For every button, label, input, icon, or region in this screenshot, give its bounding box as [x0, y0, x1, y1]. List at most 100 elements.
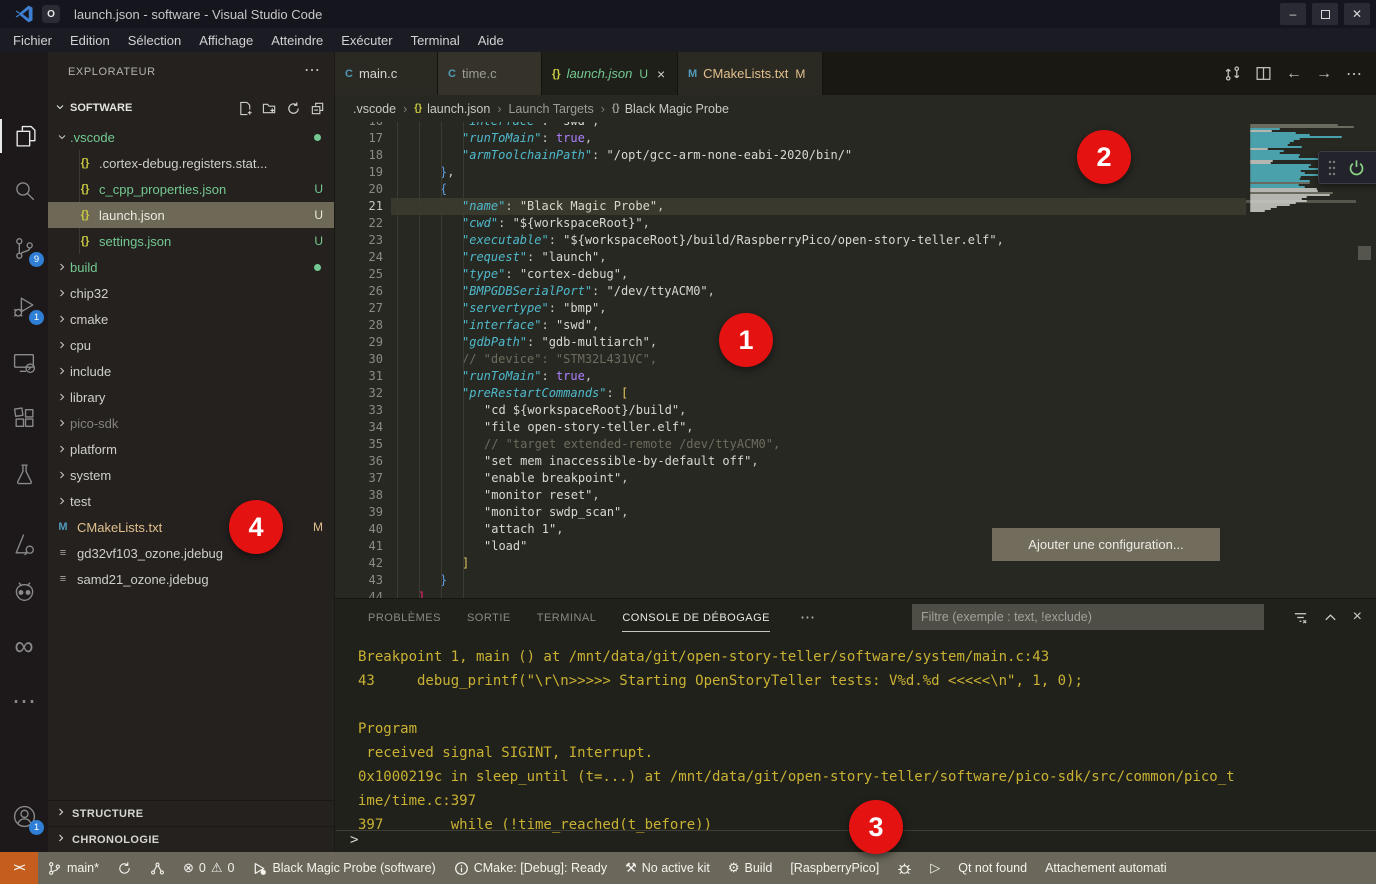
code-editor[interactable]: 16"interface": "swd",17"runToMain": true…	[335, 122, 1376, 598]
activity-search[interactable]	[0, 173, 48, 207]
tree-item-pico-sdk[interactable]: pico-sdk	[48, 410, 335, 436]
tree-item-platform[interactable]: platform	[48, 436, 335, 462]
activity-cmake[interactable]	[0, 527, 48, 561]
tree-item-samd21-ozone-jdebug[interactable]: ≡samd21_ozone.jdebug	[48, 566, 335, 592]
chevron-right-icon	[54, 443, 70, 455]
console-filter-input[interactable]	[912, 604, 1264, 630]
tree-item--cortex-debug-registers-stat-[interactable]: {}.cortex-debug.registers.stat...	[48, 150, 335, 176]
statusbar-debug-config[interactable]: Black Magic Probe (software)	[243, 852, 444, 884]
panel-more-icon[interactable]: ⋯	[800, 608, 815, 626]
activity-testing[interactable]	[0, 457, 48, 491]
tree-item-cmake[interactable]: cmake	[48, 306, 335, 332]
menu-atteindre[interactable]: Atteindre	[262, 31, 332, 50]
statusbar-build[interactable]: ⚙Build	[719, 852, 781, 884]
code-line-31: 31"runToMain": true,	[335, 368, 1376, 385]
panel-tab-sortie[interactable]: SORTIE	[467, 603, 511, 631]
menu-edition[interactable]: Edition	[61, 31, 119, 50]
activity-explorer[interactable]	[0, 119, 48, 153]
scrollbar-thumb[interactable]	[1358, 246, 1371, 260]
statusbar-sync[interactable]	[108, 852, 141, 884]
panel-tab-problèmes[interactable]: PROBLÈMES	[368, 603, 441, 631]
activity-platformio[interactable]	[0, 575, 48, 609]
tab-time-c[interactable]: Ctime.c	[438, 52, 542, 95]
statusbar-qt-status[interactable]: Qt not found	[949, 852, 1036, 884]
menu-exécuter[interactable]: Exécuter	[332, 31, 401, 50]
tree-item-cpu[interactable]: cpu	[48, 332, 335, 358]
power-button[interactable]	[1343, 155, 1370, 181]
activity-extensions[interactable]	[0, 401, 48, 435]
statusbar-launch-icon[interactable]: ▷	[921, 852, 949, 884]
activity-run-debug[interactable]: 1	[0, 289, 48, 323]
tree-item-include[interactable]: include	[48, 358, 335, 384]
breadcrumb-item[interactable]: .vscode	[353, 102, 396, 116]
maximize-button[interactable]	[1312, 3, 1338, 25]
statusbar-debug-icon[interactable]	[888, 852, 921, 884]
code-text: "armToolchainPath": "/opt/gcc-arm-none-e…	[462, 147, 852, 164]
minimize-button[interactable]: –	[1280, 3, 1306, 25]
chevron-right-icon	[55, 832, 67, 847]
tree-item-build[interactable]: build	[48, 254, 335, 280]
add-configuration-button[interactable]: Ajouter une configuration...	[992, 528, 1220, 561]
breadcrumb-item[interactable]: Launch Targets	[508, 102, 593, 116]
close-tab-icon[interactable]: ×	[657, 66, 665, 82]
code-text: "enable breakpoint",	[484, 470, 629, 487]
collapse-folders-icon[interactable]	[310, 101, 325, 116]
tree-item-c-cpp-properties-json[interactable]: {}c_cpp_properties.jsonU	[48, 176, 335, 202]
close-button[interactable]: ✕	[1344, 3, 1370, 25]
more-actions-icon[interactable]: ⋯	[1346, 64, 1362, 84]
section-chronologie[interactable]: CHRONOLOGIE	[48, 826, 335, 852]
console-prompt[interactable]: >	[350, 832, 358, 848]
statusbar-git-branch[interactable]: main*	[38, 852, 108, 884]
section-structure[interactable]: STRUCTURE	[48, 800, 335, 826]
tab-CMakeLists-txt[interactable]: MCMakeLists.txtM	[678, 52, 823, 95]
split-editor-icon[interactable]	[1255, 65, 1272, 82]
tree-item-system[interactable]: system	[48, 462, 335, 488]
tree-item-cmakelists-txt[interactable]: MCMakeLists.txtM	[48, 514, 335, 540]
activity-accounts[interactable]: 1	[0, 799, 48, 833]
menu-terminal[interactable]: Terminal	[402, 31, 469, 50]
go-forward-icon[interactable]: →	[1316, 65, 1332, 83]
panel-tab-console-de-débogage[interactable]: CONSOLE DE DÉBOGAGE	[622, 603, 770, 632]
statusbar-auto-attach[interactable]: Attachement automati	[1036, 852, 1176, 884]
menu-affichage[interactable]: Affichage	[190, 31, 262, 50]
menu-aide[interactable]: Aide	[469, 31, 513, 50]
menu-sélection[interactable]: Sélection	[119, 31, 190, 50]
tree-item-settings-json[interactable]: {}settings.jsonU	[48, 228, 335, 254]
tree-item-test[interactable]: test	[48, 488, 335, 514]
tree-item-chip32[interactable]: chip32	[48, 280, 335, 306]
new-folder-icon[interactable]	[262, 101, 277, 116]
statusbar-problems[interactable]: ⊗0⚠0	[174, 852, 243, 884]
minimap[interactable]	[1246, 122, 1356, 598]
open-changes-icon[interactable]	[1224, 65, 1241, 82]
remote-indicator[interactable]: ><	[0, 852, 38, 884]
breadcrumb-item[interactable]: {}launch.json	[414, 102, 490, 116]
filter-icon[interactable]	[1293, 610, 1308, 625]
new-file-icon[interactable]	[238, 101, 253, 116]
statusbar-git-graph[interactable]	[141, 852, 174, 884]
statusbar-active-kit[interactable]: ⚒No active kit	[616, 852, 719, 884]
go-back-icon[interactable]: ←	[1286, 65, 1302, 83]
activity-more-views[interactable]: ⋯	[0, 685, 48, 719]
tree-item-gd32vf103-ozone-jdebug[interactable]: ≡gd32vf103_ozone.jdebug	[48, 540, 335, 566]
activity-vs-tools[interactable]: ∞	[0, 629, 48, 663]
tab-main-c[interactable]: Cmain.c	[335, 52, 438, 95]
toolbar-drag-handle[interactable]	[1325, 155, 1339, 181]
activity-remote-explorer[interactable]	[0, 345, 48, 379]
close-panel-icon[interactable]: ×	[1353, 608, 1362, 626]
workspace-section-header[interactable]: SOFTWARE	[48, 96, 335, 120]
breadcrumb[interactable]: .vscode›{}launch.json›Launch Targets›{}B…	[335, 95, 1376, 122]
breadcrumb-item[interactable]: {}Black Magic Probe	[612, 102, 729, 116]
tab-launch-json[interactable]: {}launch.jsonU×	[542, 52, 678, 95]
title-bar[interactable]: O launch.json - software - Visual Studio…	[0, 0, 1376, 28]
explorer-more-icon[interactable]: ⋯	[304, 60, 320, 80]
tree-item-launch-json[interactable]: {}launch.jsonU	[48, 202, 335, 228]
panel-tab-terminal[interactable]: TERMINAL	[537, 603, 597, 631]
statusbar-build-target[interactable]: [RaspberryPico]	[781, 852, 888, 884]
tree-item--vscode[interactable]: .vscode	[48, 124, 335, 150]
tree-item-library[interactable]: library	[48, 384, 335, 410]
activity-source-control[interactable]: 9	[0, 231, 48, 265]
refresh-icon[interactable]	[286, 101, 301, 116]
menu-fichier[interactable]: Fichier	[4, 31, 61, 50]
maximize-panel-icon[interactable]	[1323, 610, 1338, 625]
statusbar-cmake-status[interactable]: CMake: [Debug]: Ready	[445, 852, 616, 884]
